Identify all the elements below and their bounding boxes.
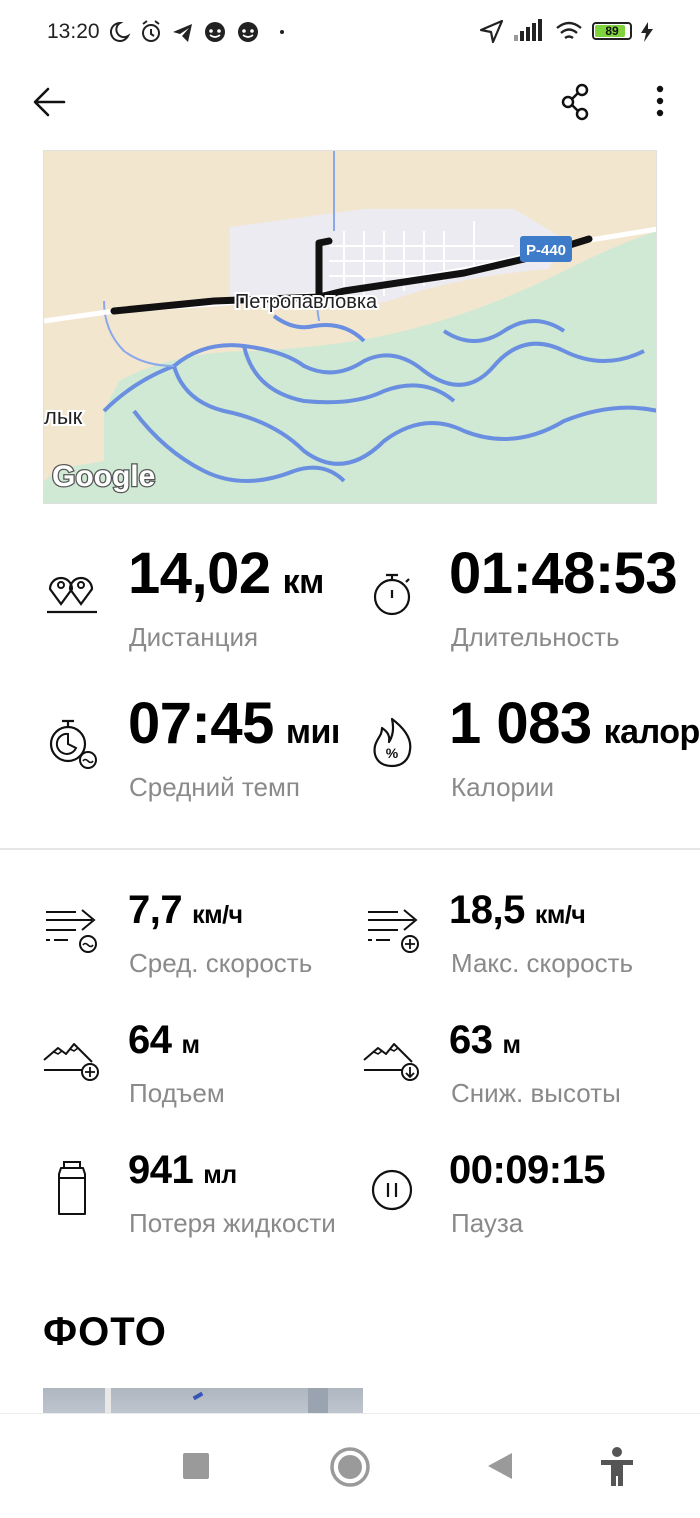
avg-speed-value: 7,7 км/ч	[128, 888, 243, 932]
duration-label: Длительность	[451, 622, 620, 652]
home-circle-icon[interactable]	[329, 1446, 371, 1488]
partial-place-label: лык	[44, 404, 83, 429]
stopwatch-icon	[373, 573, 411, 616]
town-label: Петропавловка	[235, 291, 378, 313]
battery-icon: 89	[592, 22, 632, 40]
descent-value: 63 м	[449, 1018, 521, 1062]
max-speed-icon	[368, 909, 419, 953]
descent-label: Сниж. высоты	[451, 1078, 621, 1108]
pace-label: Средний темп	[129, 772, 300, 802]
alarm-icon	[142, 20, 160, 42]
route-map[interactable]: Р-440 Петропавловка лык Google	[43, 150, 657, 504]
system-status-icons	[479, 19, 582, 44]
avg-speed-icon	[46, 909, 97, 953]
more-vert-icon[interactable]	[648, 84, 672, 120]
distance-label: Дистанция	[129, 622, 259, 652]
ascent-label: Подъем	[129, 1078, 225, 1108]
section-divider	[0, 848, 700, 850]
distance-pins-icon	[47, 576, 97, 614]
back-triangle-icon[interactable]	[484, 1451, 514, 1481]
system-nav-bar	[0, 1413, 700, 1518]
distance-value: 14,02 км	[128, 541, 324, 606]
map-canvas: Р-440 Петропавловка лык Google	[44, 151, 656, 503]
recents-square-icon[interactable]	[182, 1452, 210, 1480]
pause-icon	[371, 1169, 413, 1211]
max-speed-label: Макс. скорость	[451, 948, 634, 978]
battery-level: 89	[605, 24, 619, 38]
share-icon[interactable]	[558, 82, 594, 122]
calories-label: Калории	[451, 772, 555, 802]
calories-value: 1 083калорий	[449, 691, 700, 756]
notification-icons	[109, 20, 284, 42]
pace-icon	[49, 719, 97, 769]
calories-flame-icon: %	[373, 717, 412, 768]
svg-text:%: %	[386, 745, 399, 761]
max-speed-value: 18,5 км/ч	[449, 888, 586, 932]
descent-icon	[363, 1043, 419, 1081]
duration-value: 01:48:53	[449, 541, 678, 606]
fluid-loss-value: 941 мл	[128, 1148, 237, 1192]
signal-icon	[514, 19, 542, 41]
back-arrow-icon[interactable]	[30, 82, 70, 122]
chat-icon	[238, 22, 258, 42]
more-notifications-dot	[280, 30, 284, 34]
water-bottle-icon	[58, 1161, 86, 1215]
telegram-icon	[173, 24, 192, 42]
pace-value: 07:45мин	[128, 691, 338, 756]
pause-value: 00:09:15	[449, 1148, 606, 1192]
pause-label: Пауза	[451, 1208, 524, 1238]
moon-icon	[109, 21, 131, 42]
location-arrow-icon	[479, 19, 504, 44]
status-time: 13:20	[47, 20, 100, 43]
ascent-value: 64 м	[128, 1018, 200, 1062]
charging-bolt-icon	[641, 22, 653, 42]
road-number-label: Р-440	[526, 242, 566, 259]
fluid-loss-label: Потеря жидкости	[129, 1208, 336, 1238]
avg-speed-label: Сред. скорость	[129, 948, 313, 978]
chat-icon	[205, 22, 225, 42]
google-attribution: Google	[52, 460, 155, 493]
ascent-icon	[43, 1043, 99, 1081]
accessibility-icon[interactable]	[598, 1446, 636, 1488]
status-bar: 13:20 89	[0, 0, 700, 64]
photos-section-title: ФОТО	[43, 1310, 167, 1354]
wifi-icon	[556, 21, 582, 39]
